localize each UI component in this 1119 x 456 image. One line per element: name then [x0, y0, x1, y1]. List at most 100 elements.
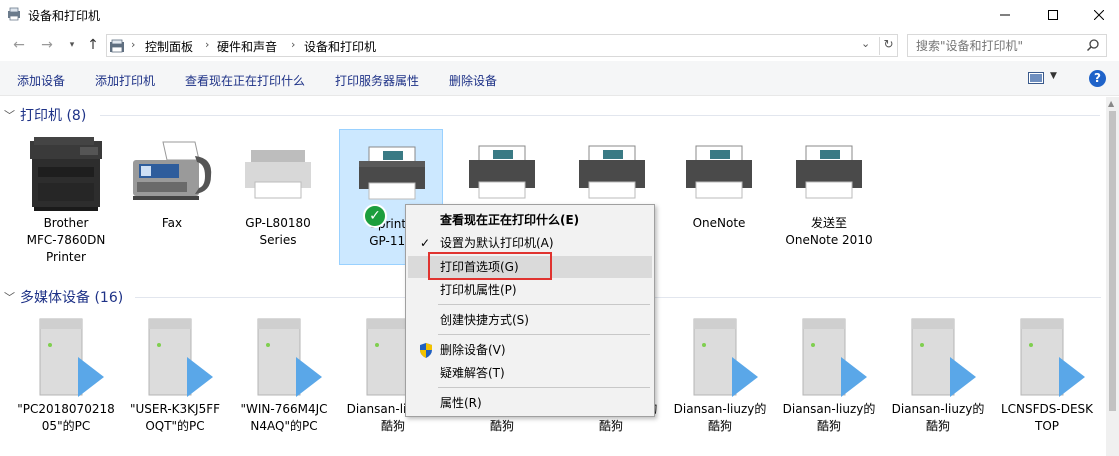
- media-server-icon: [995, 315, 1099, 401]
- printer-6[interactable]: [560, 129, 664, 215]
- menu-troubleshoot[interactable]: 疑难解答(T): [408, 362, 652, 384]
- arrow-up-icon: ↑: [87, 37, 99, 53]
- scrollbar-thumb[interactable]: [1109, 111, 1116, 411]
- printer-icon: [226, 129, 330, 215]
- media-device-label: Diansan-liuzy的 酷狗: [891, 402, 985, 433]
- menu-item-label: 设置为默认打印机(A): [440, 236, 554, 250]
- printer-onenote[interactable]: OneNote: [667, 129, 771, 232]
- view-options-dropdown-icon[interactable]: ▼: [1050, 71, 1057, 81]
- help-icon[interactable]: ?: [1089, 70, 1106, 87]
- search-input[interactable]: [908, 35, 1078, 56]
- menu-separator: [438, 304, 650, 305]
- media-server-icon: [777, 315, 881, 401]
- menu-separator: [438, 334, 650, 335]
- recent-locations-button[interactable]: ▾: [63, 36, 81, 54]
- media-device[interactable]: "PC2018070218 05"的PC: [14, 315, 118, 435]
- search-icon[interactable]: [1086, 38, 1100, 52]
- breadcrumb-devices-printers[interactable]: 设备和打印机: [304, 38, 376, 55]
- printer-icon: [450, 129, 554, 215]
- media-device[interactable]: Diansan-liuzy的 酷狗: [668, 315, 772, 435]
- breadcrumb-control-panel[interactable]: 控制面板: [145, 38, 193, 55]
- group-title-media: 多媒体设备 (16): [20, 290, 124, 306]
- menu-item-label: 属性(R): [440, 396, 482, 410]
- menu-create-shortcut[interactable]: 创建快捷方式(S): [408, 309, 652, 331]
- media-device-label: Diansan-liuzy的 酷狗: [673, 402, 767, 433]
- close-button[interactable]: [1076, 0, 1119, 30]
- menu-printer-properties[interactable]: 打印机属性(P): [408, 279, 652, 301]
- remove-device-button[interactable]: 删除设备: [449, 72, 497, 89]
- breadcrumb-hardware-sound[interactable]: 硬件和声音: [217, 38, 277, 55]
- maximize-button[interactable]: [1030, 0, 1076, 30]
- mfp-printer-icon: [14, 129, 118, 215]
- menu-item-label: 打印机属性(P): [440, 283, 517, 297]
- devices-printers-icon: [8, 7, 20, 21]
- printer-icon: [560, 129, 664, 215]
- media-server-icon: [123, 315, 227, 401]
- media-server-icon: [886, 315, 990, 401]
- media-device[interactable]: "USER-K3KJ5FF OQT"的PC: [123, 315, 227, 435]
- maximize-icon: [1048, 10, 1058, 20]
- add-printer-button[interactable]: 添加打印机: [95, 72, 155, 89]
- menu-item-label: 查看现在正在打印什么(E): [440, 213, 580, 227]
- printer-5[interactable]: [450, 129, 554, 215]
- media-group-header[interactable]: ﹀ 多媒体设备 (16): [4, 287, 123, 307]
- media-device[interactable]: Diansan-liuzy的 酷狗: [777, 315, 881, 435]
- search-box: [907, 34, 1107, 57]
- printer-label: 发送至 OneNote 2010: [785, 216, 873, 247]
- fax-icon: [120, 129, 224, 215]
- media-server-icon: [232, 315, 336, 401]
- minimize-icon: [1000, 14, 1010, 16]
- group-divider: [100, 115, 1100, 116]
- refresh-icon[interactable]: ↻: [879, 37, 897, 55]
- menu-set-default-printer[interactable]: ✓ 设置为默认打印机(A): [408, 232, 652, 254]
- media-device-label: LCNSFDS-DESK TOP: [1000, 402, 1094, 433]
- forward-button[interactable]: →: [38, 36, 56, 54]
- printer-label: Brother MFC-7860DN Printer: [26, 216, 106, 264]
- printers-group-header[interactable]: ﹀ 打印机 (8): [4, 105, 86, 125]
- menu-see-whats-printing[interactable]: 查看现在正在打印什么(E): [408, 209, 652, 231]
- menu-separator: [438, 387, 650, 388]
- menu-remove-device[interactable]: 删除设备(V): [408, 339, 652, 361]
- media-server-icon: [14, 315, 118, 401]
- printer-icon: [777, 129, 881, 215]
- chevron-down-icon: ▾: [69, 40, 75, 50]
- address-bar[interactable]: › 控制面板 › 硬件和声音 › 设备和打印机 ⌄ ↻: [106, 34, 898, 57]
- chevron-down-icon: ﹀: [4, 291, 15, 304]
- menu-properties[interactable]: 属性(R): [408, 392, 652, 414]
- highlight-annotation-box: [428, 252, 552, 280]
- see-whats-printing-button[interactable]: 查看现在正在打印什么: [185, 72, 305, 89]
- printer-send-to-onenote[interactable]: 发送至 OneNote 2010: [777, 129, 881, 249]
- media-device-label: Diansan-liuzy的 酷狗: [782, 402, 876, 433]
- add-device-button[interactable]: 添加设备: [17, 72, 65, 89]
- print-server-properties-button[interactable]: 打印服务器属性: [335, 72, 419, 89]
- printer-label: GP-L80180 Series: [245, 216, 311, 247]
- breadcrumb-separator-icon: ›: [291, 38, 296, 51]
- media-device[interactable]: Diansan-liuzy的 酷狗: [886, 315, 990, 435]
- window-title: 设备和打印机: [28, 9, 101, 23]
- printer-icon: [667, 129, 771, 215]
- navigation-bar: ← → ▾ ↑ › 控制面板 › 硬件和声音 › 设备和打印机 ⌄ ↻: [0, 30, 1119, 61]
- close-icon: [1094, 10, 1104, 20]
- default-printer-check-icon: ✓: [363, 204, 387, 228]
- checkmark-icon: ✓: [420, 236, 431, 250]
- address-dropdown-icon[interactable]: ⌄: [861, 37, 870, 50]
- media-device[interactable]: "WIN-766M4JC N4AQ"的PC: [232, 315, 336, 435]
- printer-gp-l80180[interactable]: GP-L80180 Series: [226, 129, 330, 249]
- media-server-icon: [668, 315, 772, 401]
- media-device[interactable]: LCNSFDS-DESK TOP: [995, 315, 1099, 435]
- minimize-button[interactable]: [982, 0, 1028, 30]
- change-view-icon[interactable]: [1028, 72, 1044, 84]
- up-button[interactable]: ↑: [84, 36, 102, 54]
- menu-item-label: 删除设备(V): [440, 343, 506, 357]
- context-menu: 查看现在正在打印什么(E) ✓ 设置为默认打印机(A) 打印首选项(G) 打印机属…: [405, 204, 655, 417]
- menu-item-label: 创建快捷方式(S): [440, 313, 529, 327]
- media-device-label: "WIN-766M4JC N4AQ"的PC: [240, 402, 328, 433]
- breadcrumb-separator-icon: ›: [131, 38, 136, 51]
- command-bar: 添加设备 添加打印机 查看现在正在打印什么 打印服务器属性 删除设备 ▼ ?: [0, 61, 1119, 96]
- scroll-up-icon[interactable]: ▲: [1108, 99, 1114, 108]
- vertical-scrollbar[interactable]: ▲: [1106, 97, 1119, 456]
- printer-fax[interactable]: Fax: [120, 129, 224, 232]
- printer-brother[interactable]: Brother MFC-7860DN Printer: [14, 129, 118, 266]
- back-button[interactable]: ←: [10, 36, 28, 54]
- group-title-printers: 打印机 (8): [20, 108, 87, 124]
